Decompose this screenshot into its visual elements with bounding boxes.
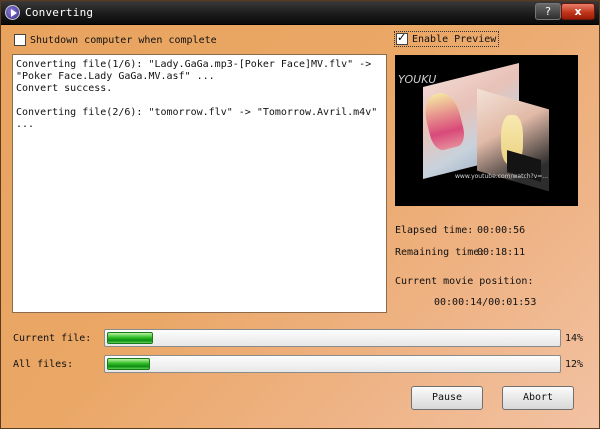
enable-preview-checkbox[interactable] <box>396 31 408 45</box>
app-play-icon <box>5 5 20 20</box>
preview-watermark: YOUKU <box>398 73 437 86</box>
all-files-percent: 12% <box>565 359 584 370</box>
all-files-progress-bar <box>104 355 561 373</box>
preview-caption: www.youtube.com/watch?v=... <box>455 173 549 180</box>
shutdown-label: Shutdown computer when complete <box>30 34 217 46</box>
current-file-progress-fill <box>107 332 153 344</box>
close-button[interactable]: x <box>561 3 595 20</box>
all-files-label: All files: <box>13 359 74 370</box>
movie-position-value: 00:00:14/00:01:53 <box>434 297 537 308</box>
enable-preview-option[interactable]: Enable Preview <box>394 31 500 47</box>
remaining-label: Remaining time: <box>395 247 486 258</box>
video-preview: YOUKU www.youtube.com/watch?v=... <box>395 55 578 206</box>
shutdown-checkbox[interactable] <box>14 34 26 46</box>
conversion-log[interactable]: Converting file(1/6): "Lady.GaGa.mp3-[Po… <box>12 54 387 313</box>
remaining-value: 00:18:11 <box>477 247 526 258</box>
elapsed-value: 00:00:56 <box>477 225 526 236</box>
elapsed-label: Elapsed time: <box>395 225 474 236</box>
help-button[interactable]: ? <box>535 3 561 20</box>
current-file-progress-bar <box>104 329 561 347</box>
enable-preview-label: Enable Preview <box>412 33 497 45</box>
all-files-progress-fill <box>107 358 150 370</box>
window-title: Converting <box>25 6 94 19</box>
converting-window: Converting ? x Shutdown computer when co… <box>0 0 600 429</box>
current-file-label: Current file: <box>13 333 92 344</box>
current-file-percent: 14% <box>565 333 584 344</box>
pause-button[interactable]: Pause <box>411 386 483 410</box>
movie-position-label: Current movie position: <box>395 276 534 287</box>
abort-button[interactable]: Abort <box>502 386 574 410</box>
shutdown-option[interactable]: Shutdown computer when complete <box>14 34 217 46</box>
title-bar[interactable]: Converting ? x <box>1 1 599 25</box>
